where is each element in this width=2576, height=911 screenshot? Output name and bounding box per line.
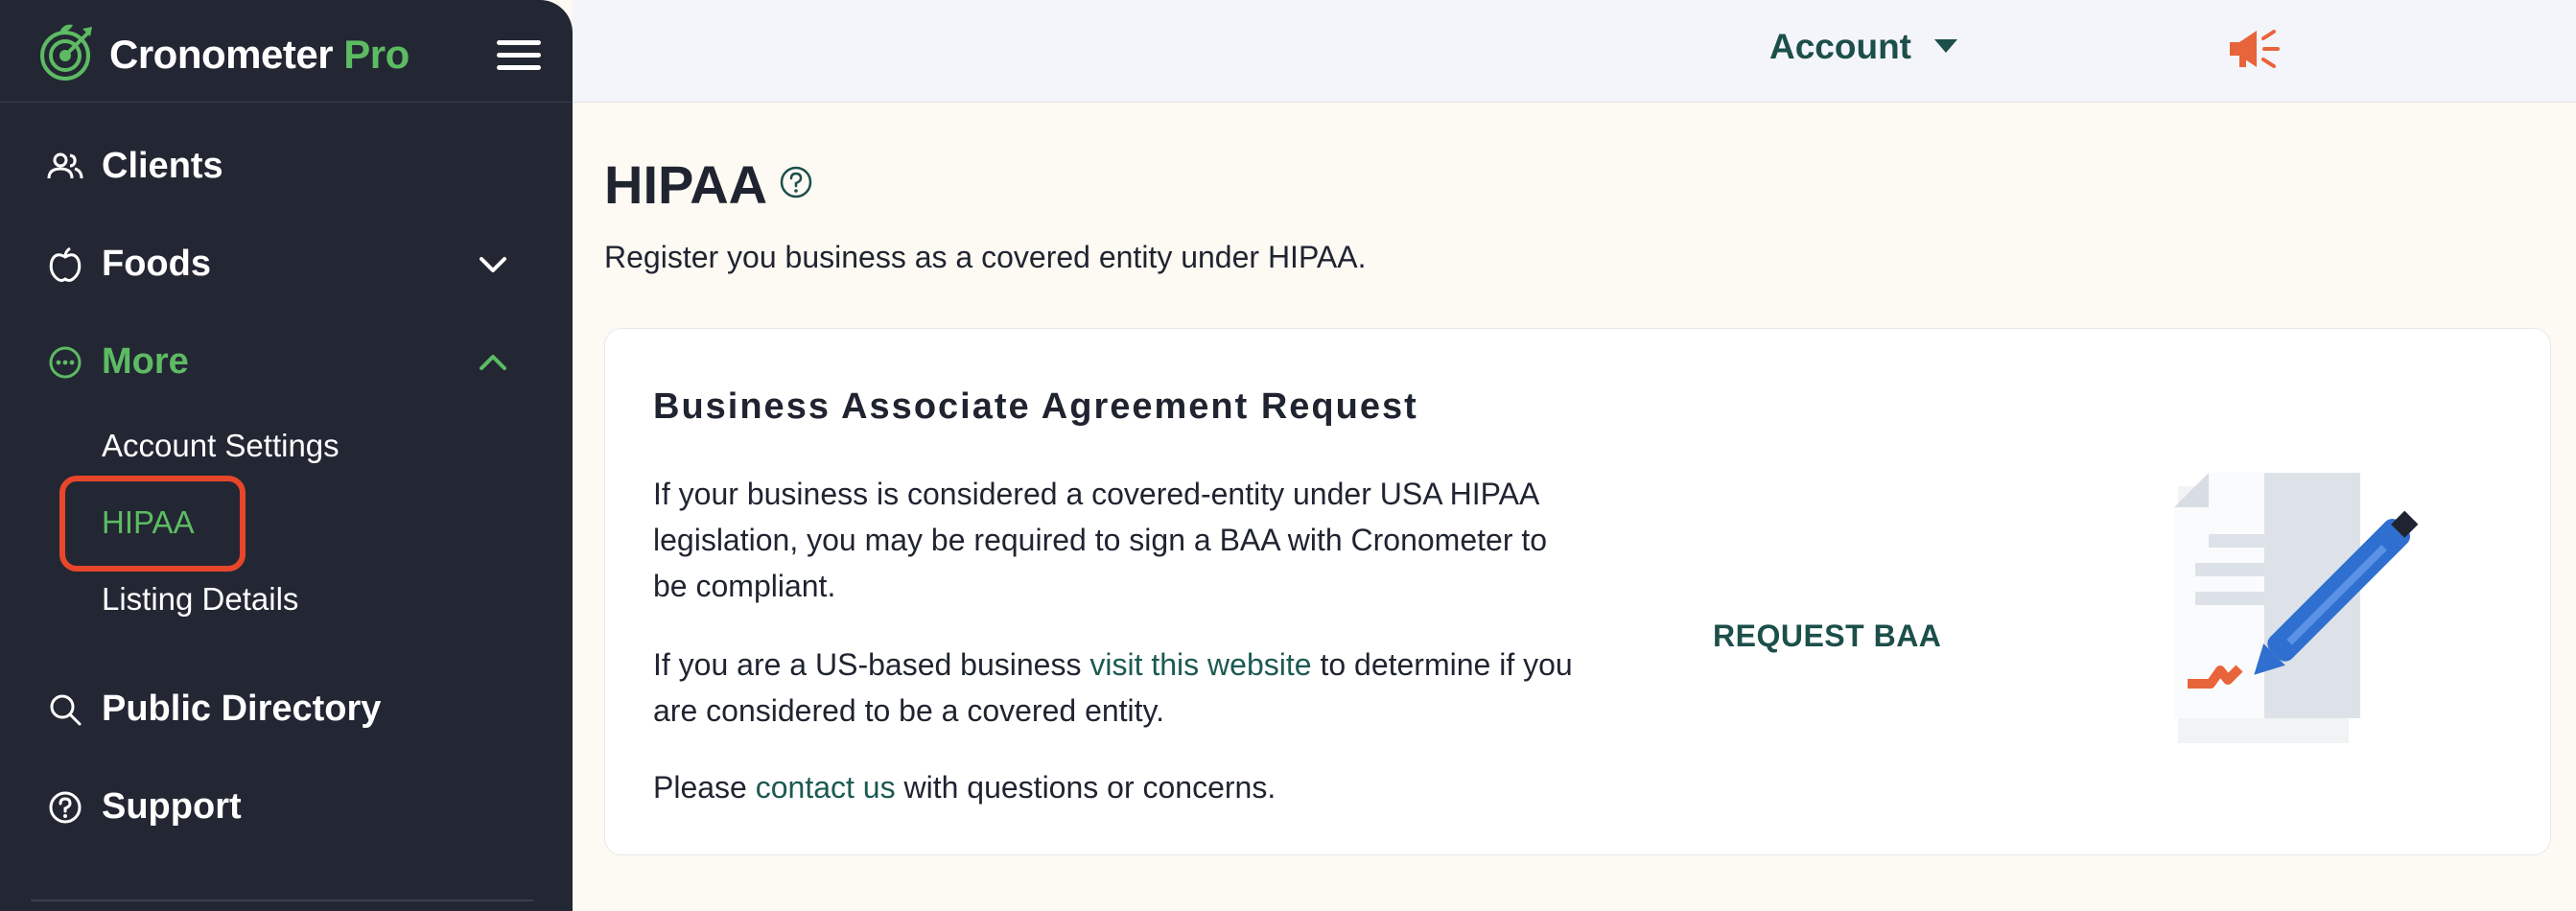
sidebar-item-label: More [102, 341, 189, 382]
sidebar-item-public-directory[interactable]: Public Directory [0, 673, 573, 740]
request-baa-button[interactable]: REQUEST BAA [1713, 619, 1941, 654]
contact-us-link[interactable]: contact us [756, 770, 896, 805]
hipaa-highlight-outline [59, 476, 246, 572]
hamburger-line [497, 65, 541, 70]
card-title: Business Associate Agreement Request [653, 386, 1418, 427]
brand-header: Cronometer Pro [0, 0, 573, 103]
more-icon [49, 346, 82, 379]
hamburger-line [497, 40, 541, 45]
megaphone-icon[interactable] [2226, 25, 2283, 73]
card-paragraph: If your business is considered a covered… [653, 477, 1548, 603]
visit-website-link[interactable]: visit this website [1089, 647, 1311, 682]
sidebar-item-support[interactable]: Support [0, 771, 573, 838]
caret-down-icon[interactable] [1932, 36, 1960, 56]
cronometer-logo-icon [40, 24, 92, 81]
brand-name: Cronometer Pro [109, 32, 410, 77]
topbar [573, 0, 2576, 103]
page-title: HIPAA [604, 154, 768, 215]
menu-toggle-button[interactable] [497, 40, 541, 71]
sidebar-item-foods[interactable]: Foods [0, 228, 573, 295]
sidebar-item-label: Clients [102, 146, 223, 186]
hamburger-line [497, 53, 541, 58]
sidebar-subitem-listing-details[interactable]: Listing Details [102, 581, 298, 618]
sidebar-item-label: Support [102, 786, 242, 827]
chevron-up-icon[interactable] [476, 345, 510, 380]
account-menu-button[interactable]: Account [1769, 27, 1911, 67]
help-circle-icon [49, 791, 82, 824]
card-paragraph: If you are a US-based business visit thi… [653, 647, 1573, 728]
document-signing-illustration [2174, 473, 2419, 743]
sidebar-subitem-account-settings[interactable]: Account Settings [102, 428, 340, 464]
card-paragraph: Please contact us with questions or conc… [653, 770, 1276, 805]
sidebar-item-more[interactable]: More [0, 326, 573, 393]
search-icon [50, 694, 82, 726]
apple-icon [49, 246, 82, 282]
sidebar: Cronometer Pro Clients Foods More Accoun… [0, 0, 573, 911]
sidebar-divider [31, 899, 533, 901]
sidebar-item-clients[interactable]: Clients [0, 130, 573, 198]
sidebar-item-label: Public Directory [102, 689, 382, 729]
sidebar-item-label: Foods [102, 244, 211, 284]
users-icon [47, 152, 83, 179]
chevron-down-icon[interactable] [476, 247, 510, 282]
baa-request-card: Business Associate Agreement Request If … [604, 328, 2551, 855]
help-icon[interactable] [779, 165, 813, 199]
page-subtitle: Register you business as a covered entit… [604, 240, 1367, 274]
